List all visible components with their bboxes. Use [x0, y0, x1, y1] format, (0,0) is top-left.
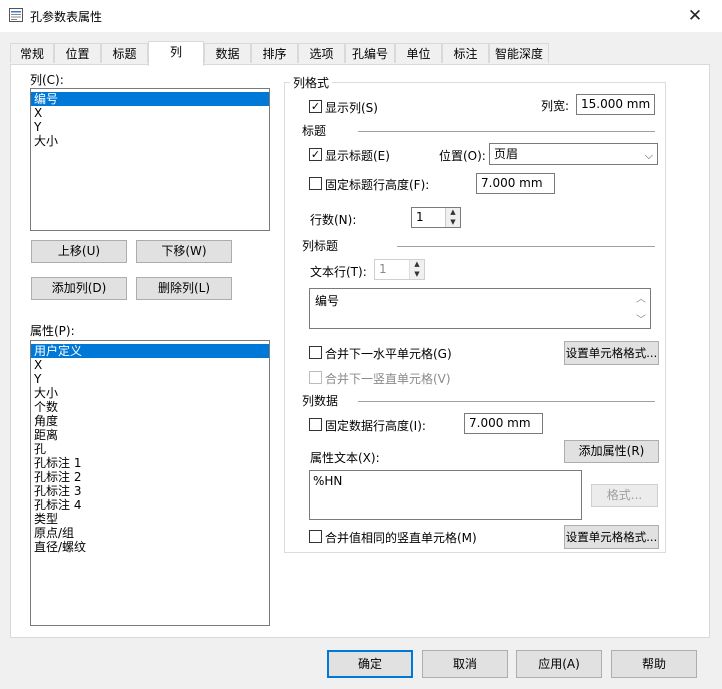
help-button[interactable]: 帮助 [611, 650, 697, 678]
move-up-button[interactable]: 上移(U) [31, 240, 127, 263]
position-select-value: 页眉 [494, 147, 519, 161]
tab-columns[interactable]: 列 [148, 41, 204, 66]
set-cell-format-button[interactable]: 设置单元格格式... [564, 341, 659, 365]
list-item[interactable]: 用户定义 [31, 344, 269, 358]
list-item[interactable]: 类型 [31, 512, 269, 526]
add-column-button[interactable]: 添加列(D) [31, 277, 127, 300]
format-button[interactable]: 格式... [591, 484, 658, 507]
tab-annotation[interactable]: 标注 [442, 43, 489, 63]
close-icon[interactable]: ✕ [683, 4, 707, 28]
column-title-text: 编号 [315, 294, 340, 308]
columns-listbox[interactable]: 编号 X Y 大小 [30, 88, 270, 231]
list-item[interactable]: 孔标注 3 [31, 484, 269, 498]
column-format-title: 列格式 [290, 74, 333, 91]
position-select[interactable]: 页眉 ⌵ [489, 143, 658, 165]
list-item[interactable]: 直径/螺纹 [31, 540, 269, 554]
show-title-label: 显示标题(E) [325, 149, 390, 163]
list-item[interactable]: 距离 [31, 428, 269, 442]
scroll-down-icon[interactable]: ﹀ [636, 311, 646, 326]
spin-down-icon[interactable]: ▼ [410, 270, 424, 280]
attribute-text-value: %HN [313, 474, 343, 488]
tab-units[interactable]: 单位 [395, 43, 442, 63]
merge-horizontal-checkbox[interactable] [309, 346, 322, 359]
attribute-text-label: 属性文本(X): [310, 451, 380, 465]
title-height-input[interactable]: 7.000 mm [476, 173, 555, 194]
merge-horizontal-label: 合并下一水平单元格(G) [325, 347, 452, 361]
list-item[interactable]: 孔标注 2 [31, 470, 269, 484]
show-column-label: 显示列(S) [325, 101, 378, 115]
tab-hole-numbering[interactable]: 孔编号 [345, 43, 395, 63]
column-title-section-label: 列标题 [302, 239, 339, 253]
fixed-title-height-label: 固定标题行高度(F): [325, 178, 430, 192]
apply-button[interactable]: 应用(A) [516, 650, 602, 678]
list-item[interactable]: 大小 [31, 386, 269, 400]
columns-label: 列(C): [30, 73, 64, 87]
show-title-checkbox[interactable]: ✓ [309, 148, 322, 161]
tab-position[interactable]: 位置 [54, 43, 101, 63]
rows-value: 1 [416, 210, 424, 224]
list-item[interactable]: 个数 [31, 400, 269, 414]
list-item[interactable]: 孔 [31, 442, 269, 456]
set-cell-format-button-2[interactable]: 设置单元格格式... [564, 525, 659, 549]
merge-vertical-checkbox[interactable] [309, 371, 322, 384]
tab-smart-depth[interactable]: 智能深度 [489, 43, 549, 63]
rows-spin[interactable]: ▲ ▼ [445, 208, 460, 227]
rows-label: 行数(N): [310, 213, 357, 227]
list-item[interactable]: 孔标注 1 [31, 456, 269, 470]
column-data-section-divider [358, 401, 655, 402]
text-row-stepper[interactable]: 1 ▲ ▼ [374, 259, 425, 280]
spin-up-icon[interactable]: ▲ [446, 208, 460, 218]
ok-button[interactable]: 确定 [327, 650, 413, 678]
tab-options[interactable]: 选项 [298, 43, 345, 63]
position-label: 位置(O): [439, 149, 486, 163]
list-item[interactable]: Y [31, 372, 269, 386]
spin-up-icon[interactable]: ▲ [410, 260, 424, 270]
fixed-data-height-label: 固定数据行高度(I): [325, 419, 426, 433]
list-item[interactable]: X [31, 106, 269, 120]
window-title: 孔参数表属性 [30, 10, 103, 24]
merge-same-vertical-checkbox[interactable] [309, 530, 322, 543]
fixed-data-height-checkbox[interactable] [309, 418, 322, 431]
list-item[interactable]: 编号 [31, 92, 269, 106]
delete-column-button[interactable]: 删除列(L) [136, 277, 232, 300]
list-item[interactable]: X [31, 358, 269, 372]
rows-stepper[interactable]: 1 ▲ ▼ [411, 207, 461, 228]
list-item[interactable]: Y [31, 120, 269, 134]
column-data-section-label: 列数据 [302, 394, 339, 408]
window-app-icon [9, 8, 23, 22]
column-title-textarea[interactable]: 编号 ︿ ﹀ [309, 288, 651, 329]
chevron-down-icon: ⌵ [644, 149, 653, 162]
attributes-label: 属性(P): [30, 324, 75, 338]
column-width-label: 列宽: [541, 99, 570, 113]
data-height-input[interactable]: 7.000 mm [464, 413, 543, 434]
text-row-value: 1 [379, 262, 387, 276]
list-item[interactable]: 大小 [31, 134, 269, 148]
scroll-up-icon[interactable]: ︿ [636, 290, 646, 305]
column-title-section-divider [397, 246, 655, 247]
show-column-checkbox[interactable]: ✓ [309, 100, 322, 113]
tab-title[interactable]: 标题 [101, 43, 148, 63]
fixed-title-height-checkbox[interactable] [309, 177, 322, 190]
tab-data[interactable]: 数据 [204, 43, 251, 63]
attributes-listbox[interactable]: 用户定义 X Y 大小 个数 角度 距离 孔 孔标注 1 孔标注 2 孔标注 3… [30, 340, 270, 626]
spin-down-icon[interactable]: ▼ [446, 218, 460, 228]
merge-vertical-label: 合并下一竖直单元格(V) [325, 372, 451, 386]
add-attribute-button[interactable]: 添加属性(R) [564, 440, 659, 463]
list-item[interactable]: 角度 [31, 414, 269, 428]
list-item[interactable]: 孔标注 4 [31, 498, 269, 512]
merge-same-vertical-label: 合并值相同的竖直单元格(M) [325, 531, 477, 545]
text-row-spin[interactable]: ▲ ▼ [409, 260, 424, 279]
column-width-input[interactable]: 15.000 mm [576, 94, 655, 115]
cancel-button[interactable]: 取消 [422, 650, 508, 678]
title-bar [0, 0, 722, 32]
tab-general[interactable]: 常规 [10, 43, 54, 63]
list-item[interactable]: 原点/组 [31, 526, 269, 540]
attribute-text-textarea[interactable]: %HN [309, 470, 582, 520]
tab-sort[interactable]: 排序 [251, 43, 298, 63]
move-down-button[interactable]: 下移(W) [136, 240, 232, 263]
title-section-divider [358, 131, 655, 132]
text-row-label: 文本行(T): [310, 265, 367, 279]
title-section-label: 标题 [302, 124, 327, 138]
